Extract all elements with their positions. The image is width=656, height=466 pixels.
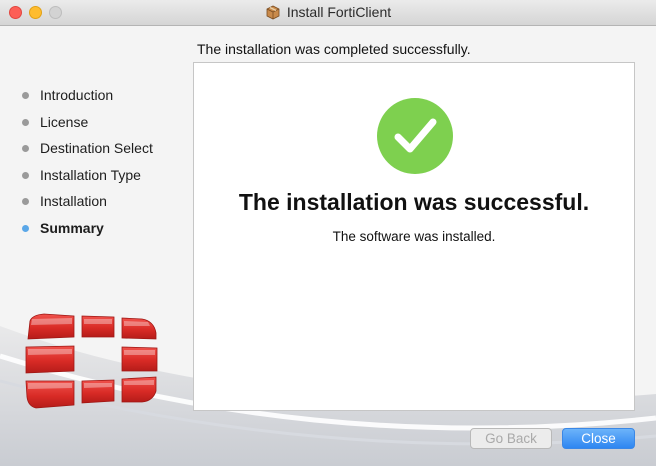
step-introduction: Introduction (22, 87, 153, 114)
window-title-group: Install FortiClient (0, 4, 656, 20)
go-back-button[interactable]: Go Back (470, 428, 552, 449)
step-bullet (22, 92, 29, 99)
fortinet-logo (25, 313, 158, 409)
step-label: Summary (40, 219, 104, 236)
step-bullet (22, 171, 29, 179)
success-title: The installation was successful. (238, 189, 590, 215)
step-label: Destination Select (40, 140, 153, 156)
step-destination-select: Destination Select (22, 140, 153, 167)
title-bar: Install FortiClient (0, 0, 656, 26)
step-label: Installation Type (40, 166, 141, 183)
step-label: License (40, 113, 89, 130)
step-bullet-active (22, 224, 29, 232)
step-license: License (22, 114, 153, 141)
installer-steps: Introduction License Destination Select … (22, 87, 153, 246)
step-label: Installation (40, 193, 107, 209)
window-title: Install FortiClient (286, 4, 392, 20)
installer-window: Install FortiClient Introduction License… (0, 0, 656, 466)
step-label: Introduction (40, 87, 114, 103)
step-summary: Summary (22, 220, 153, 247)
package-icon (266, 5, 280, 20)
panel-heading: The installation was completed successfu… (197, 41, 471, 57)
content-panel: The installation was successful. The sof… (193, 62, 635, 411)
close-button[interactable]: Close (562, 428, 635, 449)
success-subtitle: The software was installed. (332, 229, 496, 244)
step-bullet (22, 145, 29, 152)
step-bullet (22, 198, 29, 205)
step-bullet (22, 118, 29, 126)
checkmark-circle-icon (377, 98, 453, 174)
step-installation-type: Installation Type (22, 167, 153, 194)
step-installation: Installation (22, 193, 153, 220)
